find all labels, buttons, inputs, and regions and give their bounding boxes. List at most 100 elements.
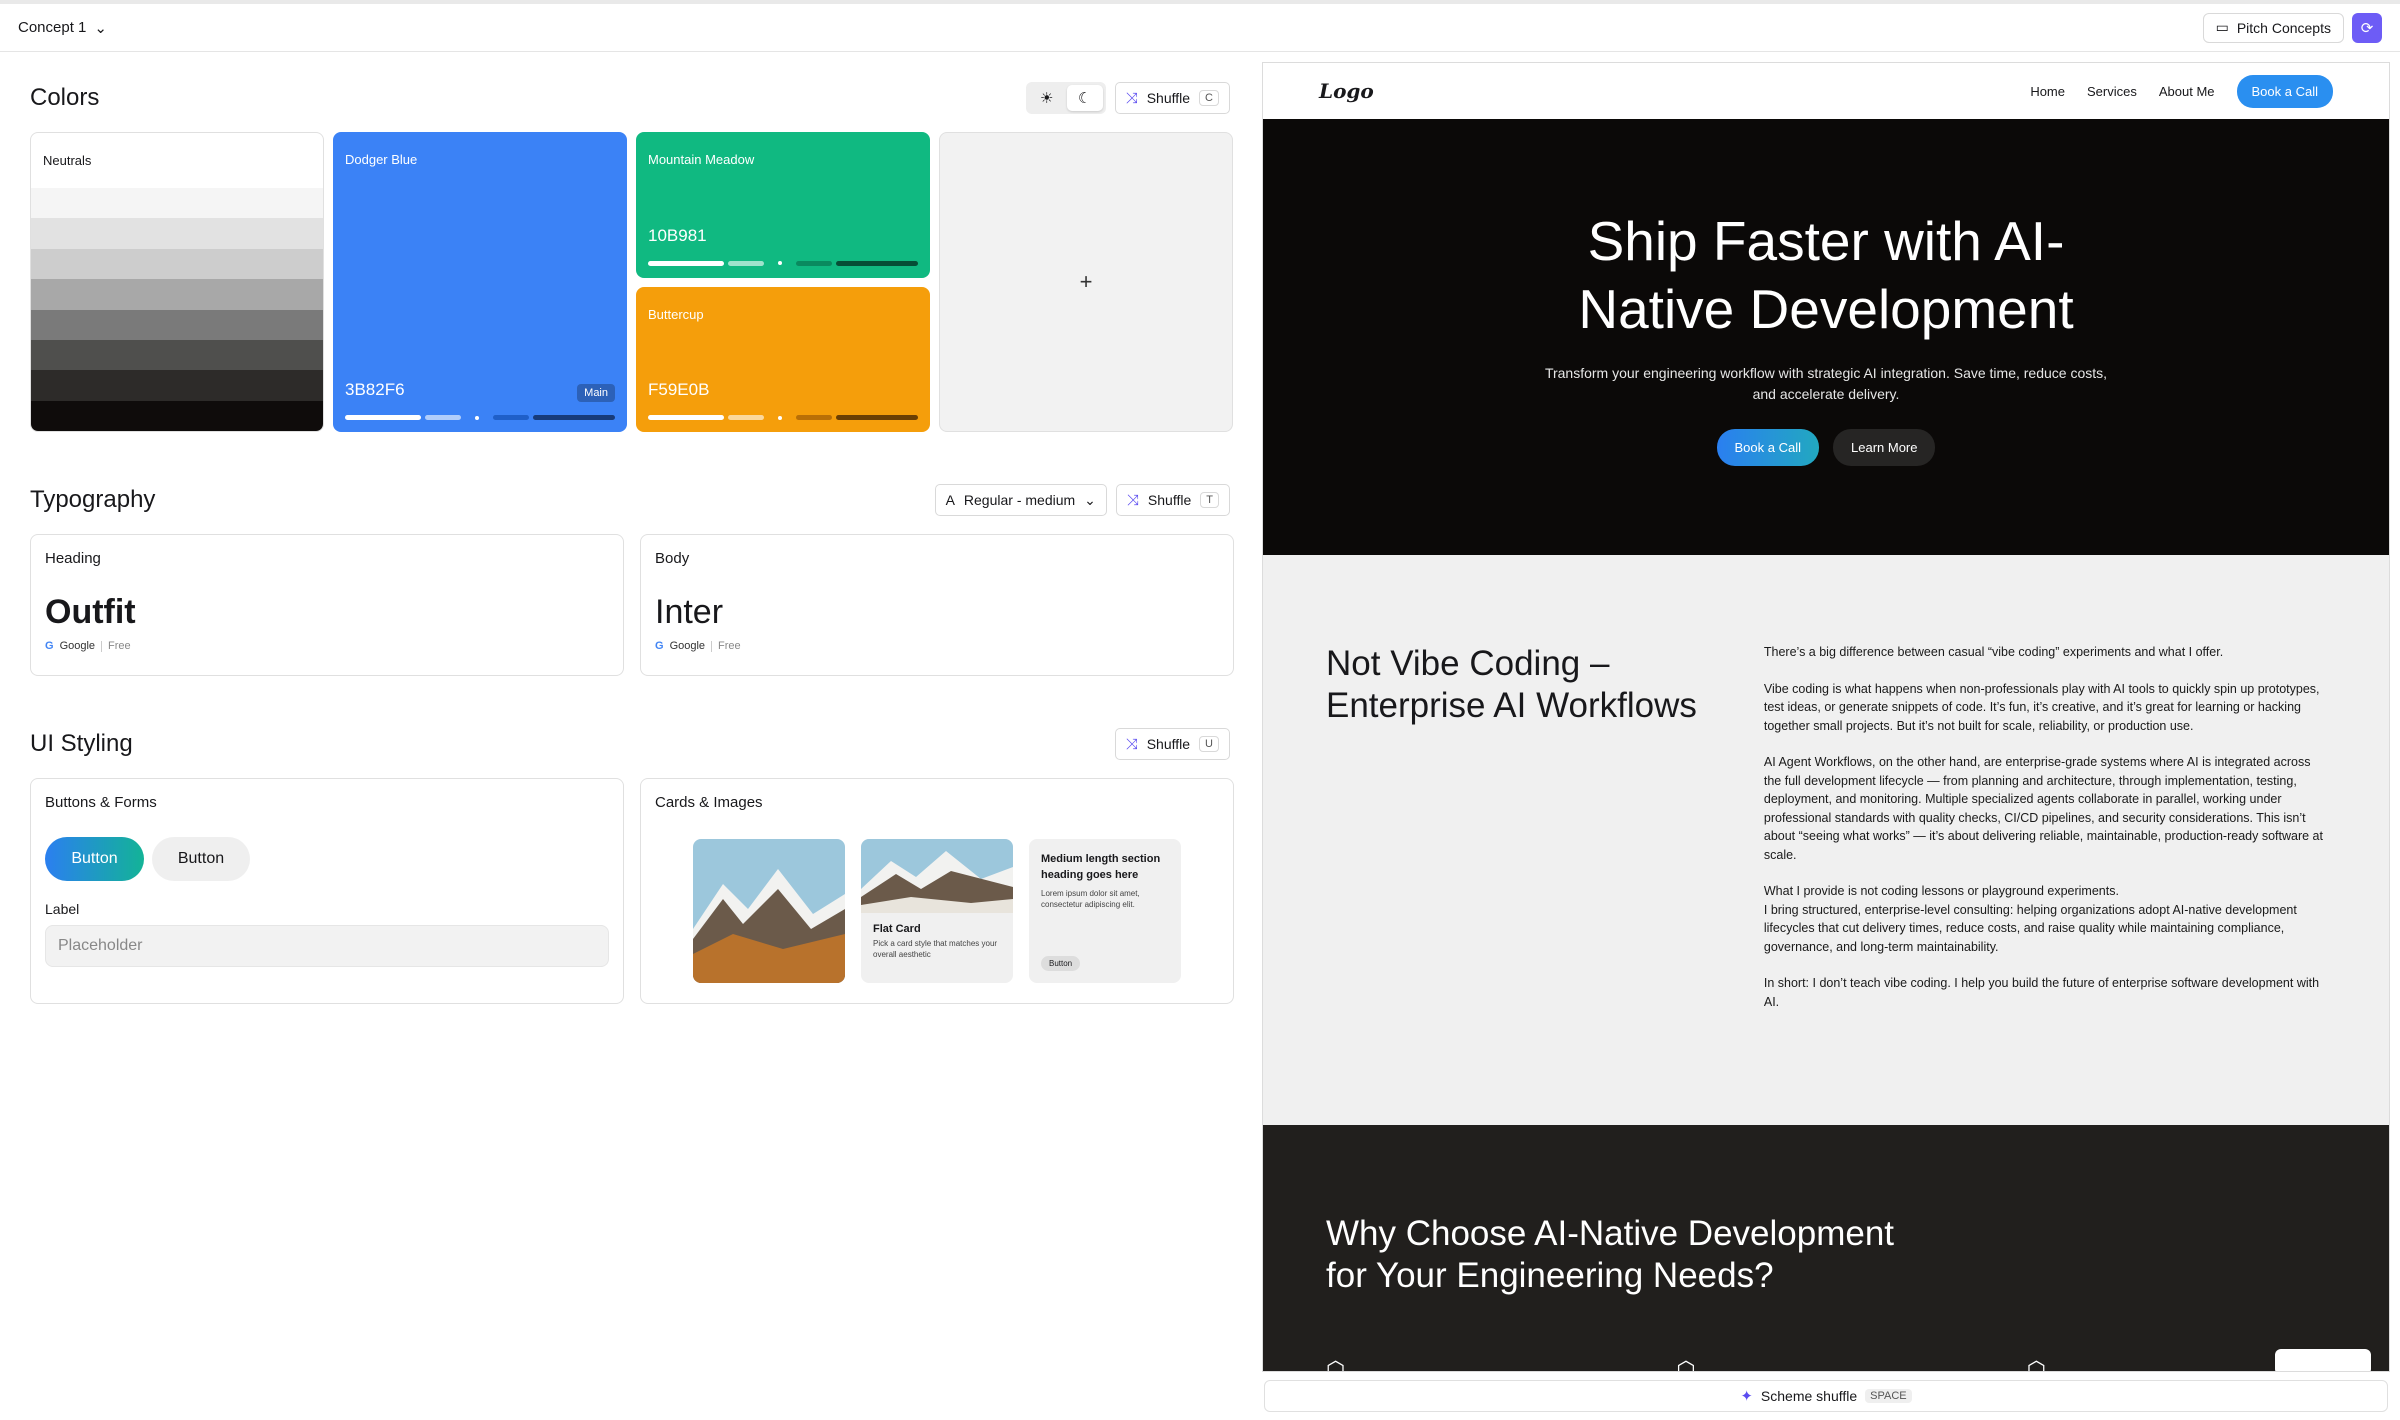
neutral-swatch <box>31 400 323 431</box>
theme-toggle: ☀ ☾ <box>1025 82 1106 114</box>
sample-field-label: Label <box>45 901 80 917</box>
shortcut-key: T <box>1200 492 1219 508</box>
text-card: Medium length section heading goes here … <box>1029 839 1181 983</box>
section-title: Why Choose AI-Native Development for You… <box>1326 1214 1895 1295</box>
nav-link-home[interactable]: Home <box>2030 84 2065 99</box>
neutral-swatch <box>31 188 323 219</box>
paragraph: I bring structured, enterprise-level con… <box>1763 902 2297 954</box>
primary-color-name: Dodger Blue <box>345 152 418 167</box>
secondary-accent-stack: Mountain Meadow 10B981 Buttercup F59E0B <box>636 132 930 432</box>
typography-shuffle-button[interactable]: ⤨ Shuffle T <box>1115 484 1230 516</box>
colors-shuffle-button[interactable]: ⤨ Shuffle C <box>1114 82 1230 114</box>
divider <box>711 640 713 652</box>
heading-font-card[interactable]: Heading Outfit G Google Free <box>30 534 624 676</box>
heading-font-label: Heading <box>45 550 101 567</box>
ui-shuffle-button[interactable]: ⤨ Shuffle U <box>1114 728 1230 760</box>
secondary-color-name: Mountain Meadow <box>648 152 755 167</box>
scheme-shuffle-button[interactable]: ✦ Scheme shuffle SPACE <box>1264 1380 2388 1412</box>
font-icon: A <box>945 492 955 508</box>
cube-icon: ⬡ <box>2026 1357 2046 1372</box>
chevron-down-icon: ⌄ <box>1084 491 1096 508</box>
font-weight-select[interactable]: A Regular - medium ⌄ <box>934 484 1107 516</box>
colors-header: Colors ☀ ☾ ⤨ Shuffle C <box>30 74 1230 122</box>
nav-link-services[interactable]: Services <box>2087 84 2137 99</box>
plus-icon: + <box>1079 269 1093 294</box>
mobile-icon[interactable]: ▯ <box>2311 1354 2335 1370</box>
buttons-forms-title: Buttons & Forms <box>45 794 157 811</box>
shortcut-key: SPACE <box>1865 1389 1912 1403</box>
primary-sample-button[interactable]: Button <box>45 837 144 881</box>
design-panel: Colors ☀ ☾ ⤨ Shuffle C Neutrals Dodger B… <box>30 52 1234 1004</box>
top-bar: Concept 1 ⌄ ▭ Pitch Concepts ⟳ <box>0 0 2400 52</box>
image-card <box>693 839 845 983</box>
primary-color-card[interactable]: Dodger Blue 3B82F6 Main <box>333 132 627 432</box>
body-font-card[interactable]: Body Inter G Google Free <box>640 534 1234 676</box>
neutral-swatch <box>31 339 323 371</box>
sync-button[interactable]: ⟳ <box>2352 12 2382 43</box>
accent-color-card[interactable]: Buttercup F59E0B <box>636 286 930 432</box>
neutrals-card[interactable]: Neutrals <box>30 132 324 432</box>
cards-images-card: Cards & Images Flat Card Pick a card sty… <box>640 778 1234 1004</box>
google-icon: G <box>45 640 54 652</box>
concept-label: Concept 1 <box>18 19 87 36</box>
main-badge: Main <box>577 384 615 402</box>
section-body: There’s a big difference between casual … <box>1764 643 2326 1125</box>
shade-slider[interactable] <box>648 260 918 266</box>
concept-selector[interactable]: Concept 1 ⌄ <box>18 19 107 37</box>
font-weight-label: Regular - medium <box>963 492 1076 508</box>
text-card-button[interactable]: Button <box>1041 956 1081 971</box>
neutral-swatch <box>31 248 323 280</box>
neutral-swatch <box>31 309 323 340</box>
secondary-color-card[interactable]: Mountain Meadow 10B981 <box>636 132 930 278</box>
shade-slider[interactable] <box>345 415 615 420</box>
text-card-description: Lorem ipsum dolor sit amet, consectetur … <box>1041 889 1140 909</box>
expand-icon[interactable]: ⤡ <box>2339 1354 2363 1370</box>
desktop-icon[interactable]: ▭ <box>2283 1354 2307 1370</box>
heading-font-name: Outfit <box>45 593 136 631</box>
presentation-icon: ▭ <box>2215 19 2229 35</box>
shade-slider[interactable] <box>648 415 918 420</box>
vibe-coding-section: Not Vibe Coding – Enterprise AI Workflow… <box>1263 555 2389 1125</box>
hero-section: Ship Faster with AI-Native Development T… <box>1263 119 2389 555</box>
hero-book-call-button[interactable]: Book a Call <box>1716 429 1819 466</box>
secondary-sample-button[interactable]: Button <box>152 837 250 881</box>
cube-icon: ⬡ <box>1326 1357 1346 1372</box>
text-card-title: Medium length section heading goes here <box>1041 853 1161 881</box>
color-palette: Neutrals Dodger Blue 3B82F6 Main Mountai… <box>30 132 1233 432</box>
font-provider: G Google Free <box>655 640 1219 652</box>
neutrals-label: Neutrals <box>43 153 92 168</box>
hero-learn-more-button[interactable]: Learn More <box>1833 429 1936 466</box>
scheme-shuffle-label: Scheme shuffle <box>1760 1388 1858 1404</box>
hero-text: Transform your engineering workflow with… <box>1544 365 2108 402</box>
neutral-swatch <box>31 370 323 401</box>
magic-wand-icon: ✦ <box>1740 1388 1753 1405</box>
shortcut-key: C <box>1199 90 1219 106</box>
sun-icon[interactable]: ☀ <box>1029 85 1065 111</box>
sample-input[interactable]: Placeholder <box>45 925 609 967</box>
divider <box>101 640 103 652</box>
website-preview: Logo Home Services About Me Book a Call … <box>1262 62 2390 1372</box>
neutral-swatch <box>31 279 323 310</box>
nav-link-about[interactable]: About Me <box>2159 84 2215 99</box>
paragraph: There’s a big difference between casual … <box>1763 645 2224 659</box>
shuffle-icon: ⤨ <box>1125 735 1138 753</box>
provider-name: Google <box>59 640 96 652</box>
hero-title: Ship Faster with AI-Native Development <box>1578 210 2074 340</box>
chevron-down-icon: ⌄ <box>94 19 107 37</box>
shuffle-icon: ⤨ <box>1125 89 1138 107</box>
moon-icon[interactable]: ☾ <box>1066 85 1103 111</box>
nav-book-call-button[interactable]: Book a Call <box>2236 74 2333 108</box>
preview-logo[interactable]: Logo <box>1319 79 1374 103</box>
device-toggle: ▭ ▯ ⤡ <box>2275 1349 2371 1371</box>
secondary-color-hex: 10B981 <box>648 225 707 245</box>
colors-title: Colors <box>30 84 100 111</box>
pitch-concepts-button[interactable]: ▭ Pitch Concepts <box>2202 12 2344 43</box>
body-font-name: Inter <box>655 593 724 631</box>
ui-styling-header: UI Styling ⤨ Shuffle U <box>30 720 1230 768</box>
flat-card: Flat Card Pick a card style that matches… <box>861 839 1013 983</box>
add-color-button[interactable]: + <box>939 132 1233 432</box>
google-icon: G <box>655 640 664 652</box>
ui-styling-cards: Buttons & Forms Button Button Label Place… <box>30 778 1234 1004</box>
flat-card-title: Flat Card <box>873 923 921 935</box>
font-provider: G Google Free <box>45 640 609 652</box>
